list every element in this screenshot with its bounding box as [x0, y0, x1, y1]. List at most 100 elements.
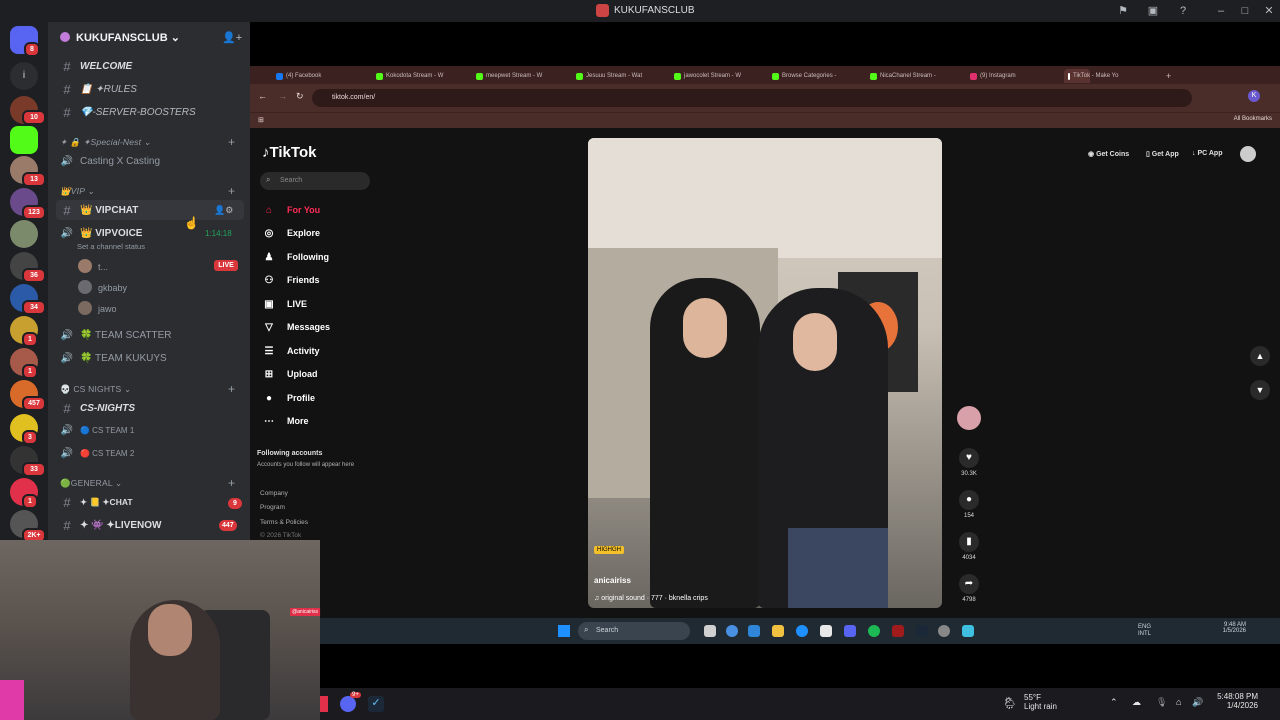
channel-rules[interactable]: # 📋 ✦RULES	[56, 79, 244, 99]
nav-explore[interactable]: ◎ Explore	[262, 225, 320, 241]
add-channel-icon[interactable]: +	[228, 184, 235, 198]
next-video-button[interactable]: ▼	[1250, 380, 1270, 400]
voice-user[interactable]: gkbaby	[98, 283, 127, 293]
account-avatar[interactable]	[1240, 146, 1256, 162]
tab-tiktok[interactable]: TikTok - Make Yo	[1064, 69, 1118, 83]
footer-link[interactable]: Terms & Policies	[260, 519, 308, 526]
voice-team-kukuys[interactable]: 🔊 🍀 TEAM KUKUYS	[56, 348, 244, 368]
footer-link[interactable]: Company	[260, 490, 288, 497]
help-icon[interactable]: ?	[1176, 4, 1190, 18]
language-indicator[interactable]: ENG INTL	[1138, 624, 1160, 638]
discord-icon[interactable]	[844, 625, 856, 637]
category-vip[interactable]: 👑VIP ⌄	[60, 186, 95, 197]
forward-icon[interactable]: →	[278, 91, 287, 101]
channel-cs-nights[interactable]: # CS-NIGHTS	[56, 398, 244, 418]
nav-upload[interactable]: ⊞ Upload	[262, 366, 318, 382]
add-channel-icon[interactable]: +	[228, 382, 235, 396]
flag-icon[interactable]: ⚑	[1116, 4, 1130, 18]
tab-kick[interactable]: Kokodota Stream - W	[376, 69, 443, 83]
back-icon[interactable]: ←	[258, 91, 267, 101]
task-view-icon[interactable]	[704, 625, 716, 637]
previous-video-button[interactable]: ▲	[1250, 346, 1270, 366]
app-icon[interactable]	[320, 696, 328, 712]
tab-facebook[interactable]: (4) Facebook	[276, 69, 321, 83]
tab-kick[interactable]: Browse Categories -	[772, 69, 836, 83]
channel-vipchat[interactable]: # 👑 VIPCHAT 👤⚙	[56, 200, 244, 220]
nav-profile[interactable]: ● Profile	[262, 390, 315, 406]
add-channel-icon[interactable]: +	[228, 135, 235, 149]
search-input[interactable]: ⌕ Search	[260, 172, 370, 190]
category-special-nest[interactable]: ✦ 🔒 ✦Special-Nest ⌄	[60, 137, 151, 148]
invite-icon[interactable]: 👤+	[222, 31, 242, 44]
app-icon[interactable]	[892, 625, 904, 637]
avatar[interactable]	[78, 301, 92, 315]
settings-icon[interactable]	[938, 625, 950, 637]
nav-for-you[interactable]: ⌂ For You	[262, 202, 320, 218]
voice-cs-team-2[interactable]: 🔊 🔴 CS TEAM 2	[56, 443, 244, 463]
store-icon[interactable]	[820, 625, 832, 637]
discord-icon[interactable]	[340, 696, 356, 712]
clock[interactable]: 5:48:08 PM 1/4/2026	[1200, 692, 1258, 710]
voice-team-scatter[interactable]: 🔊 🍀 TEAM SCATTER	[56, 325, 244, 345]
video-sound[interactable]: ♫ original sound · 777 · bknella crips	[594, 595, 708, 602]
server-icon[interactable]: i	[10, 62, 38, 90]
new-tab-button[interactable]: +	[1166, 69, 1171, 83]
close-button[interactable]: ✕	[1262, 4, 1276, 18]
inbox-icon[interactable]: ▣	[1146, 4, 1160, 18]
inner-clock[interactable]: 9:48 AM 1/5/2026	[1196, 622, 1246, 634]
nav-activity[interactable]: ☰ Activity	[262, 343, 320, 359]
maximize-button[interactable]: □	[1238, 4, 1252, 18]
nav-messages[interactable]: ▽ Messages	[262, 319, 330, 335]
minimize-button[interactable]: –	[1214, 4, 1228, 18]
channel-chat[interactable]: # ✦ 📒 ✦CHAT	[56, 492, 244, 512]
file-explorer-icon[interactable]	[772, 625, 784, 637]
voice-user[interactable]: t...	[98, 262, 108, 272]
weather-widget[interactable]: 55°F Light rain	[1024, 693, 1057, 711]
app-icon[interactable]	[748, 625, 760, 637]
category-general[interactable]: 🟢GENERAL ⌄	[60, 478, 122, 489]
settings-icon[interactable]: 👤⚙	[214, 205, 233, 216]
creator-avatar[interactable]	[956, 406, 982, 430]
nav-following[interactable]: ♟ Following	[262, 249, 329, 265]
add-channel-icon[interactable]: +	[228, 476, 235, 490]
share-button[interactable]: ➦ 4798	[956, 574, 982, 603]
voice-user[interactable]: jawo	[98, 304, 117, 314]
tab-kick[interactable]: jawocolet Stream - W	[674, 69, 741, 83]
all-bookmarks[interactable]: All Bookmarks	[1234, 116, 1272, 122]
notepad-icon[interactable]	[962, 625, 974, 637]
voice-cs-team-1[interactable]: 🔊 🔵 CS TEAM 1	[56, 420, 244, 440]
tab-kick[interactable]: Jesuuu Stream - Wat	[576, 69, 642, 83]
network-icon[interactable]: ⌂	[1176, 697, 1181, 707]
kick-server-icon[interactable]	[10, 126, 38, 154]
steam-icon[interactable]: ✓	[368, 696, 384, 712]
channel-server-boosters[interactable]: # 💎-SERVER-BOOSTERS	[56, 102, 244, 122]
video-username[interactable]: anicairiss	[594, 576, 708, 585]
voice-casting[interactable]: 🔊 Casting X Casting	[56, 151, 244, 171]
url-field[interactable]: tiktok.com/en/	[312, 89, 1192, 107]
channel-status[interactable]: Set a channel status	[77, 242, 145, 251]
server-header[interactable]: KUKUFANSCLUB ⌄	[48, 22, 250, 54]
edge-icon[interactable]	[796, 625, 808, 637]
video-player[interactable]: HIGHGH anicairiss ♫ original sound · 777…	[588, 138, 942, 608]
get-app-button[interactable]: ▯ Get App	[1146, 150, 1179, 158]
save-button[interactable]: ▮ 4034	[956, 532, 982, 561]
channel-livenow[interactable]: # ✦ 👾 ✦LIVENOW	[56, 515, 244, 535]
profile-avatar[interactable]: K	[1248, 90, 1260, 102]
category-cs-nights[interactable]: 💀 CS NIGHTS ⌄	[60, 384, 131, 395]
comment-button[interactable]: ● 154	[956, 490, 982, 519]
tab-instagram[interactable]: (9) Instagram	[970, 69, 1016, 83]
get-coins-button[interactable]: ◉ Get Coins	[1088, 150, 1129, 158]
avatar[interactable]	[78, 280, 92, 294]
spotify-icon[interactable]	[868, 625, 880, 637]
like-button[interactable]: ♥ 30.3K	[956, 448, 982, 477]
taskbar-search[interactable]: ⌕ Search	[578, 622, 690, 640]
avatar[interactable]	[78, 259, 92, 273]
footer-link[interactable]: Program	[260, 504, 285, 511]
server-icon[interactable]	[10, 220, 38, 248]
nav-more[interactable]: ⋯ More	[262, 413, 309, 429]
tray-chevron-icon[interactable]: ⌃	[1110, 697, 1118, 708]
windows-start-icon[interactable]	[558, 625, 570, 637]
apps-icon[interactable]: ⊞	[258, 116, 264, 124]
chrome-icon[interactable]	[726, 625, 738, 637]
reload-icon[interactable]: ↻	[296, 91, 304, 102]
